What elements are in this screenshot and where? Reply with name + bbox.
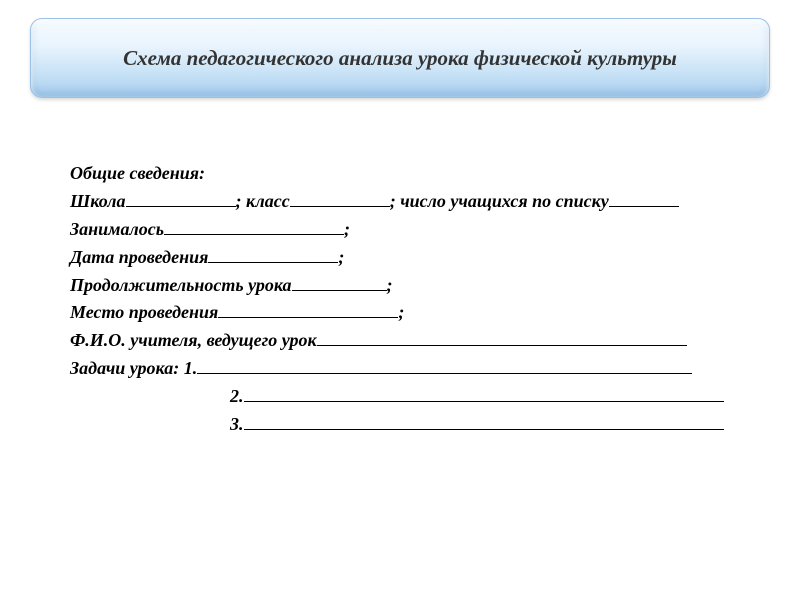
line-duration: Продолжительность урока; [70, 272, 750, 300]
blank-task3[interactable] [244, 413, 724, 430]
tasks-label: Задачи урока: 1. [70, 358, 197, 378]
teacher-label: Ф.И.О. учителя, ведущего урок [70, 330, 317, 350]
task3-label: 3. [230, 414, 244, 434]
class-label: ; класс [236, 191, 290, 211]
section-heading: Общие сведения: [70, 160, 750, 188]
blank-task2[interactable] [244, 385, 724, 402]
line-engaged: Занималось; [70, 216, 750, 244]
blank-task1[interactable] [197, 357, 692, 374]
line-teacher: Ф.И.О. учителя, ведущего урок [70, 327, 750, 355]
form-content: Общие сведения: Школа ; класс ; число учащ… [70, 160, 750, 439]
school-label: Школа [70, 191, 126, 211]
page-title: Схема педагогического анализа урока физи… [123, 46, 677, 71]
semicolon-2: ; [338, 247, 344, 267]
semicolon-4: ; [398, 302, 404, 322]
line-task3: 3. [70, 411, 750, 439]
semicolon-1: ; [344, 219, 350, 239]
line-task1: Задачи урока: 1. [70, 355, 750, 383]
semicolon-3: ; [387, 275, 393, 295]
place-label: Место проведения [70, 302, 218, 322]
blank-place[interactable] [218, 301, 398, 318]
blank-class[interactable] [290, 190, 390, 207]
blank-teacher[interactable] [317, 329, 687, 346]
title-box: Схема педагогического анализа урока физи… [30, 18, 770, 98]
blank-duration[interactable] [292, 273, 387, 290]
line-task2: 2. [70, 383, 750, 411]
blank-engaged[interactable] [164, 218, 344, 235]
duration-label: Продолжительность урока [70, 275, 292, 295]
line-date: Дата проведения; [70, 244, 750, 272]
date-label: Дата проведения [70, 247, 208, 267]
line-school: Школа ; класс ; число учащихся по списку [70, 188, 750, 216]
blank-date[interactable] [208, 246, 338, 263]
task2-label: 2. [230, 386, 244, 406]
blank-school[interactable] [126, 190, 236, 207]
engaged-label: Занималось [70, 219, 164, 239]
line-place: Место проведения; [70, 299, 750, 327]
students-label: ; число учащихся по списку [390, 191, 609, 211]
blank-students[interactable] [609, 190, 679, 207]
